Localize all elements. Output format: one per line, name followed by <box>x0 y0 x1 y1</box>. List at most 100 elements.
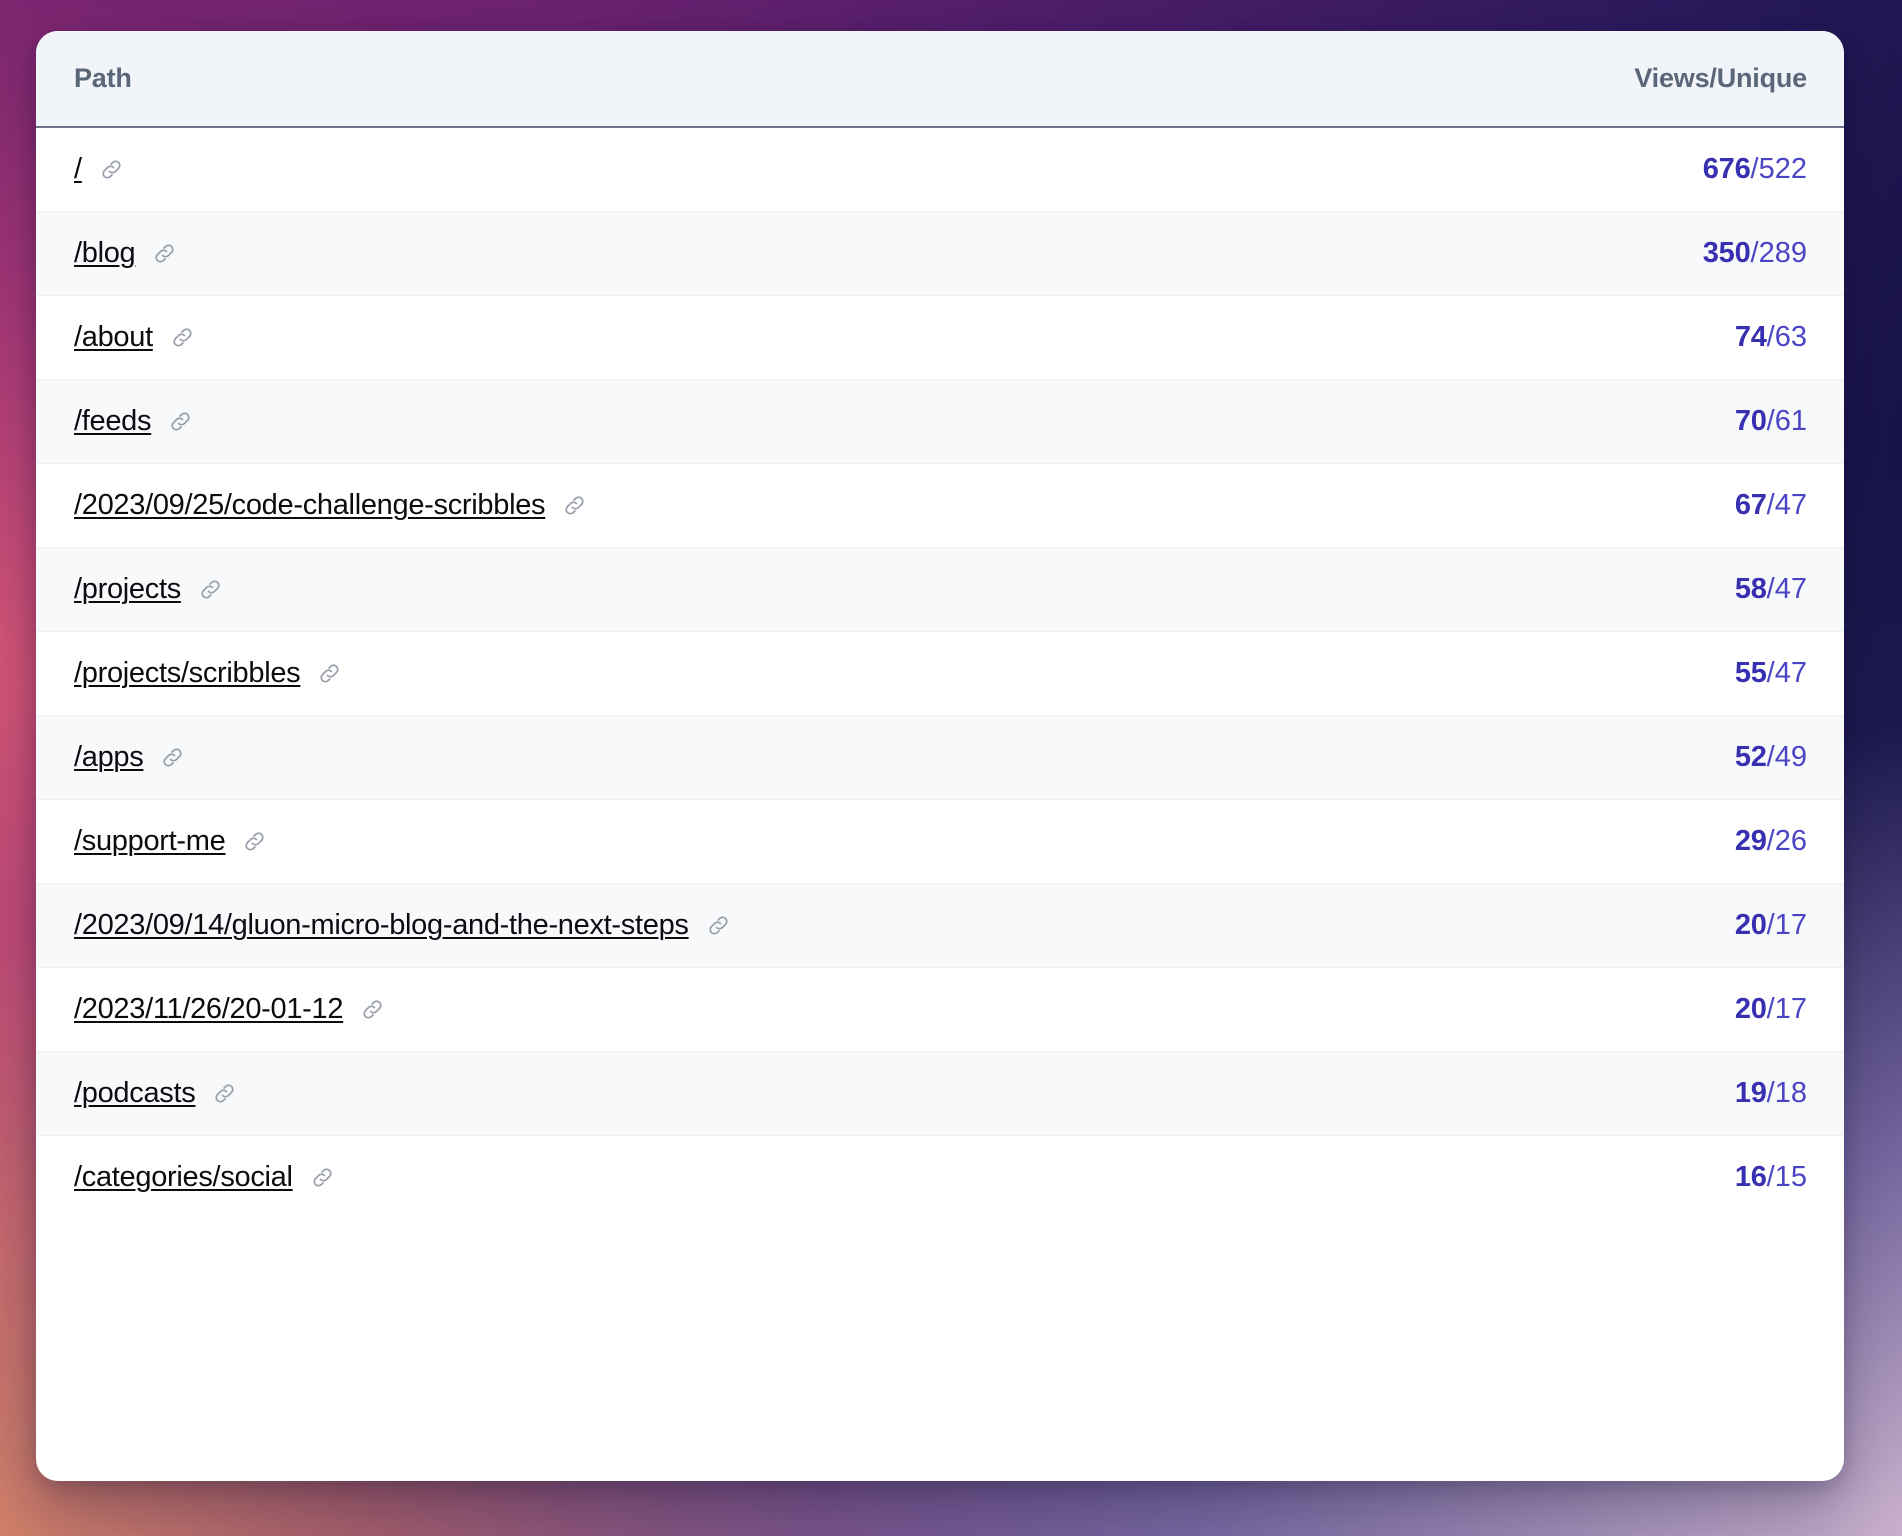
views-unique-separator: / <box>1766 572 1775 605</box>
path-cell: /support-me <box>36 799 940 883</box>
table-row[interactable]: /676/522 <box>36 127 1844 211</box>
path-wrapper: /blog <box>74 237 940 270</box>
path-link[interactable]: /apps <box>74 741 144 774</box>
unique-count: 61 <box>1774 404 1807 437</box>
path-link[interactable]: /projects <box>74 573 181 606</box>
path-cell: /2023/11/26/20-01-12 <box>36 967 940 1051</box>
unique-count: 15 <box>1774 1160 1807 1193</box>
unique-count: 47 <box>1774 572 1807 605</box>
unique-count: 63 <box>1774 320 1807 353</box>
unique-count: 26 <box>1774 824 1807 857</box>
path-cell: /2023/09/25/code-challenge-scribbles <box>36 463 940 547</box>
views-unique-separator: / <box>1766 992 1775 1025</box>
link-icon[interactable] <box>168 409 193 434</box>
table-row[interactable]: /categories/social 16/15 <box>36 1135 1844 1219</box>
path-link[interactable]: /categories/social <box>74 1161 293 1194</box>
views-unique-separator: / <box>1750 152 1759 185</box>
unique-count: 17 <box>1774 908 1807 941</box>
path-cell: /projects/scribbles <box>36 631 940 715</box>
path-cell: /categories/social <box>36 1135 940 1219</box>
link-icon[interactable] <box>310 1165 335 1190</box>
path-wrapper: /support-me <box>74 825 940 858</box>
views-count: 52 <box>1734 740 1767 773</box>
path-cell: /about <box>36 295 940 379</box>
table-row[interactable]: /projects 58/47 <box>36 547 1844 631</box>
path-wrapper: /feeds <box>74 405 940 438</box>
views-count: 58 <box>1734 572 1767 605</box>
link-icon[interactable] <box>317 661 342 686</box>
path-wrapper: /categories/social <box>74 1161 940 1194</box>
unique-count: 522 <box>1758 152 1807 185</box>
views-unique-separator: / <box>1766 824 1775 857</box>
unique-count: 17 <box>1774 992 1807 1025</box>
path-wrapper: /2023/09/14/gluon-micro-blog-and-the-nex… <box>74 909 940 942</box>
path-link[interactable]: /2023/11/26/20-01-12 <box>74 993 344 1026</box>
unique-count: 18 <box>1774 1076 1807 1109</box>
views-count: 20 <box>1734 908 1767 941</box>
paths-table: Path Views/Unique /676/522/blog 350 / 289/a… <box>36 31 1844 1219</box>
views-unique-separator: / <box>1766 404 1775 437</box>
table-row[interactable]: /podcasts 19/18 <box>36 1051 1844 1135</box>
link-icon[interactable] <box>360 997 385 1022</box>
path-cell: /podcasts <box>36 1051 940 1135</box>
views-count: 16 <box>1734 1160 1767 1193</box>
table-row[interactable]: /apps 52/49 <box>36 715 1844 799</box>
views-unique-cell: 29/26 <box>940 799 1844 883</box>
path-cell: /2023/09/14/gluon-micro-blog-and-the-nex… <box>36 883 940 967</box>
link-icon[interactable] <box>99 157 124 182</box>
path-cell: /feeds <box>36 379 940 463</box>
views-unique-cell: 52/49 <box>940 715 1844 799</box>
views-unique-cell: 16/15 <box>940 1135 1844 1219</box>
table-row[interactable]: /about 74/63 <box>36 295 1844 379</box>
views-unique-cell: 58/47 <box>940 547 1844 631</box>
path-link[interactable]: /feeds <box>74 405 152 438</box>
table-row[interactable]: /2023/09/14/gluon-micro-blog-and-the-nex… <box>36 883 1844 967</box>
link-icon[interactable] <box>706 913 731 938</box>
table-row[interactable]: /feeds 70/61 <box>36 379 1844 463</box>
path-wrapper: /2023/09/25/code-challenge-scribbles <box>74 489 940 522</box>
views-count: 67 <box>1734 488 1767 521</box>
views-unique-separator: / <box>1766 320 1775 353</box>
link-icon[interactable] <box>212 1081 237 1106</box>
views-unique-cell: 55/47 <box>940 631 1844 715</box>
views-unique-separator: / <box>1766 656 1775 689</box>
link-icon[interactable] <box>170 325 195 350</box>
table-row[interactable]: /2023/11/26/20-01-12 20/17 <box>36 967 1844 1051</box>
path-link[interactable]: /podcasts <box>74 1077 196 1110</box>
table-header-row: Path Views/Unique <box>36 31 1844 128</box>
views-unique-separator: / <box>1766 1076 1775 1109</box>
link-icon[interactable] <box>160 745 185 770</box>
path-link[interactable]: /support-me <box>74 825 226 858</box>
link-icon[interactable] <box>562 493 587 518</box>
column-header-path[interactable]: Path <box>36 31 940 128</box>
unique-count: 49 <box>1774 740 1807 773</box>
table-row[interactable]: /blog 350/289 <box>36 211 1844 295</box>
path-link[interactable]: /2023/09/14/gluon-micro-blog-and-the-nex… <box>74 909 689 942</box>
link-icon[interactable] <box>242 829 267 854</box>
views-unique-cell: 74/63 <box>940 295 1844 379</box>
path-wrapper: /projects/scribbles <box>74 657 940 690</box>
path-link[interactable]: / <box>74 153 82 186</box>
views-unique-separator: / <box>1766 488 1775 521</box>
link-icon[interactable] <box>152 241 177 266</box>
table-header: Path Views/Unique <box>36 31 1844 128</box>
views-unique-separator: / <box>1766 740 1775 773</box>
views-count: 19 <box>1734 1076 1767 1109</box>
table-row[interactable]: /projects/scribbles 55/47 <box>36 631 1844 715</box>
table-row[interactable]: /support-me 29/26 <box>36 799 1844 883</box>
path-link[interactable]: /blog <box>74 237 136 270</box>
views-unique-cell: 20/17 <box>940 967 1844 1051</box>
link-icon[interactable] <box>198 577 223 602</box>
path-link[interactable]: /projects/scribbles <box>74 657 301 690</box>
table-row[interactable]: /2023/09/25/code-challenge-scribbles 67/4… <box>36 463 1844 547</box>
unique-count: 47 <box>1774 488 1807 521</box>
path-wrapper: /apps <box>74 741 940 774</box>
views-unique-separator: / <box>1766 1160 1775 1193</box>
path-link[interactable]: /about <box>74 321 153 354</box>
column-header-views-unique[interactable]: Views/Unique <box>940 31 1844 128</box>
path-link[interactable]: /2023/09/25/code-challenge-scribbles <box>74 489 546 522</box>
path-wrapper: / <box>74 153 940 186</box>
path-wrapper: /about <box>74 321 940 354</box>
unique-count: 289 <box>1758 236 1807 269</box>
views-count: 350 <box>1702 236 1751 269</box>
